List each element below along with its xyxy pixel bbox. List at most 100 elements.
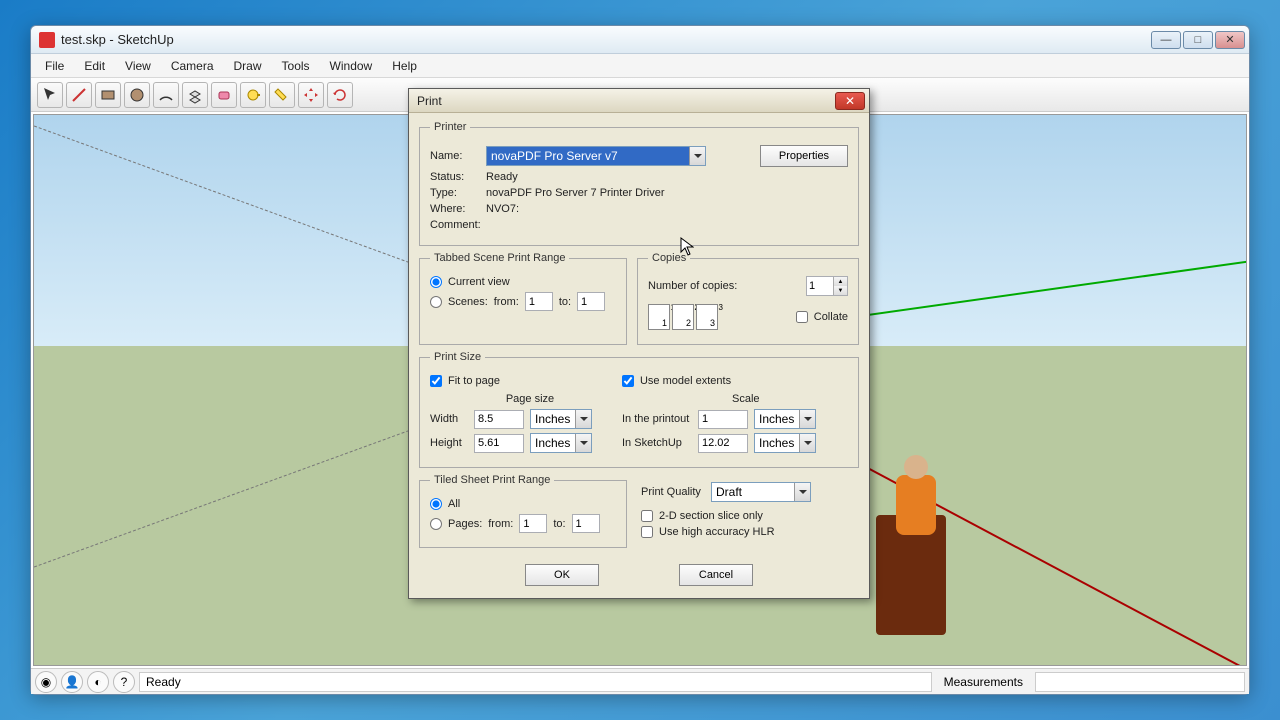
scenes-radio[interactable]	[430, 296, 442, 308]
menu-tools[interactable]: Tools	[272, 56, 320, 76]
chevron-down-icon	[799, 410, 815, 428]
tool-circle[interactable]	[124, 82, 150, 108]
fit-to-page-label: Fit to page	[448, 375, 500, 387]
chevron-down-icon	[794, 483, 810, 501]
menu-camera[interactable]: Camera	[161, 56, 224, 76]
tiled-to-input[interactable]	[572, 514, 600, 533]
quality-dropdown[interactable]: Draft	[711, 482, 811, 502]
dialog-titlebar: Print ✕	[409, 89, 869, 113]
minimize-button[interactable]: —	[1151, 31, 1181, 49]
menu-view[interactable]: View	[115, 56, 161, 76]
scenes-from-label: from:	[494, 296, 519, 308]
width-input[interactable]	[474, 410, 524, 429]
ok-button[interactable]: OK	[525, 564, 599, 586]
menu-window[interactable]: Window	[320, 56, 383, 76]
printout-input[interactable]	[698, 410, 748, 429]
height-unit-dropdown[interactable]: Inches	[530, 433, 592, 453]
window-title: test.skp - SketchUp	[61, 32, 1151, 47]
menu-file[interactable]: File	[35, 56, 74, 76]
tool-pushpull[interactable]	[182, 82, 208, 108]
tool-arc[interactable]	[153, 82, 179, 108]
tiled-pages-radio[interactable]	[430, 518, 442, 530]
copies-legend: Copies	[648, 252, 690, 264]
properties-button[interactable]: Properties	[760, 145, 848, 167]
status-value: Ready	[486, 171, 518, 183]
tiled-all-radio[interactable]	[430, 498, 442, 510]
measurements-input[interactable]	[1035, 672, 1245, 692]
scenes-from-input[interactable]	[525, 292, 553, 311]
scenes-to-label: to:	[559, 296, 571, 308]
dialog-close-button[interactable]: ✕	[835, 92, 865, 110]
tool-rotate[interactable]	[327, 82, 353, 108]
collate-label: Collate	[814, 311, 848, 323]
chevron-down-icon	[575, 434, 591, 452]
quality-label: Print Quality	[641, 486, 705, 498]
copies-num-label: Number of copies:	[648, 280, 800, 292]
scenes-to-input[interactable]	[577, 292, 605, 311]
tool-paint[interactable]	[269, 82, 295, 108]
tool-eraser[interactable]	[211, 82, 237, 108]
window-controls: — □ ✕	[1151, 31, 1245, 49]
copies-spinner[interactable]: ▲▼	[806, 276, 848, 296]
tool-tape[interactable]	[240, 82, 266, 108]
statusbar: ◉ 👤 ◐ ? Ready Measurements	[31, 668, 1249, 694]
printer-group: Printer Name: novaPDF Pro Server v7 Prop…	[419, 121, 859, 246]
type-label: Type:	[430, 187, 480, 199]
maximize-button[interactable]: □	[1183, 31, 1213, 49]
tiled-from-input[interactable]	[519, 514, 547, 533]
tool-line[interactable]	[66, 82, 92, 108]
width-unit-dropdown[interactable]: Inches	[530, 409, 592, 429]
help-icon[interactable]: ?	[113, 671, 135, 693]
printer-name-dropdown[interactable]: novaPDF Pro Server v7	[486, 146, 706, 166]
spin-down-icon[interactable]: ▼	[833, 286, 847, 295]
fit-to-page-checkbox[interactable]	[430, 375, 442, 387]
tiled-from-label: from:	[488, 518, 513, 530]
hlr-label: Use high accuracy HLR	[659, 526, 775, 538]
model-extents-label: Use model extents	[640, 375, 731, 387]
hlr-checkbox[interactable]	[641, 526, 653, 538]
dialog-title: Print	[417, 94, 835, 108]
status-text: Ready	[139, 672, 932, 692]
close-button[interactable]: ✕	[1215, 31, 1245, 49]
cancel-button[interactable]: Cancel	[679, 564, 753, 586]
menu-draw[interactable]: Draw	[224, 56, 272, 76]
model-extents-checkbox[interactable]	[622, 375, 634, 387]
status-icon-3[interactable]: ◐	[87, 671, 109, 693]
printout-unit-dropdown[interactable]: Inches	[754, 409, 816, 429]
tool-move[interactable]	[298, 82, 324, 108]
name-label: Name:	[430, 150, 480, 162]
tiled-group: Tiled Sheet Print Range All Pages: from:…	[419, 474, 627, 548]
page-icon: 22	[672, 304, 694, 330]
measurements-label: Measurements	[936, 675, 1031, 689]
tool-select[interactable]	[37, 82, 63, 108]
height-input[interactable]	[474, 434, 524, 453]
status-icon-1[interactable]: ◉	[35, 671, 57, 693]
sketchup-unit-dropdown[interactable]: Inches	[754, 433, 816, 453]
tiled-pages-label: Pages:	[448, 518, 482, 530]
copies-input[interactable]	[807, 277, 833, 295]
tiled-legend: Tiled Sheet Print Range	[430, 474, 554, 486]
print-dialog: Print ✕ Printer Name: novaPDF Pro Server…	[408, 88, 870, 599]
collate-icons: 11 22 33	[648, 304, 718, 330]
page-icon: 33	[696, 304, 718, 330]
app-icon	[39, 32, 55, 48]
height-label: Height	[430, 437, 468, 449]
scenes-label: Scenes:	[448, 296, 488, 308]
menu-edit[interactable]: Edit	[74, 56, 115, 76]
scene-range-group: Tabbed Scene Print Range Current view Sc…	[419, 252, 627, 345]
width-label: Width	[430, 413, 468, 425]
in-sketchup-label: In SketchUp	[622, 437, 692, 449]
sketchup-input[interactable]	[698, 434, 748, 453]
printer-name-value: novaPDF Pro Server v7	[491, 149, 618, 163]
section-slice-checkbox[interactable]	[641, 510, 653, 522]
current-view-radio[interactable]	[430, 276, 442, 288]
spin-up-icon[interactable]: ▲	[833, 277, 847, 286]
titlebar: test.skp - SketchUp — □ ✕	[31, 26, 1249, 54]
menu-help[interactable]: Help	[382, 56, 427, 76]
in-printout-label: In the printout	[622, 413, 692, 425]
tool-rectangle[interactable]	[95, 82, 121, 108]
collate-checkbox[interactable]	[796, 311, 808, 323]
status-icon-2[interactable]: 👤	[61, 671, 83, 693]
menubar: File Edit View Camera Draw Tools Window …	[31, 54, 1249, 78]
chevron-down-icon	[575, 410, 591, 428]
